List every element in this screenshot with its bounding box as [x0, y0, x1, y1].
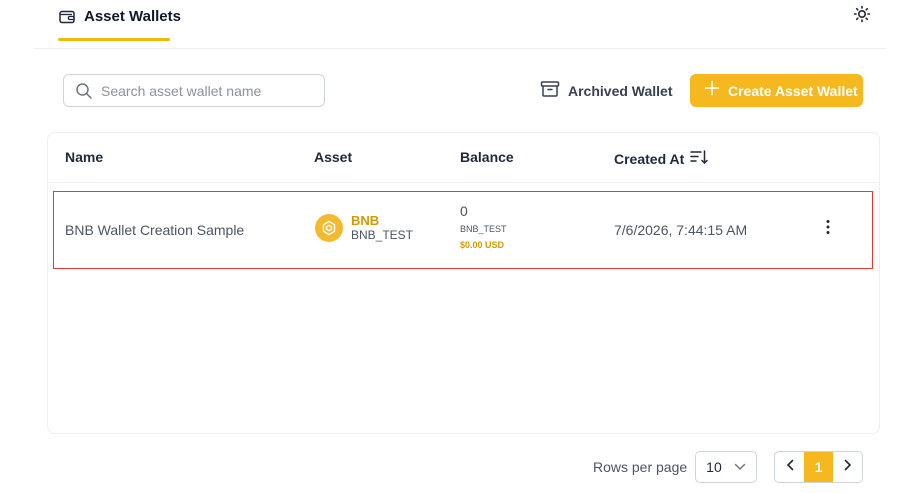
table-row[interactable]: BNB Wallet Creation Sample BNB BNB_TEST …	[53, 191, 873, 269]
more-vertical-icon	[826, 219, 830, 240]
column-header-name[interactable]: Name	[65, 149, 103, 165]
table-header: Name Asset Balance Created At	[48, 133, 879, 183]
page-controls: 1	[774, 451, 864, 483]
asset-symbol: BNB	[351, 213, 380, 228]
column-header-balance[interactable]: Balance	[460, 149, 514, 165]
archive-icon	[540, 80, 560, 103]
chevron-left-icon	[786, 458, 794, 476]
top-bar: Asset Wallets	[34, 0, 886, 49]
create-asset-wallet-label: Create Asset Wallet	[728, 82, 858, 99]
next-page-button[interactable]	[833, 452, 862, 482]
chevron-right-icon	[844, 458, 852, 476]
chevron-down-icon	[734, 458, 746, 476]
column-header-created-at-label: Created At	[614, 150, 685, 167]
created-at: 7/6/2026, 7:44:15 AM	[614, 222, 748, 238]
asset-network: BNB_TEST	[351, 228, 414, 242]
active-tab-indicator	[58, 38, 170, 41]
balance-usd: $0.00 USD	[460, 240, 505, 250]
search-box[interactable]	[63, 74, 325, 107]
sun-icon	[853, 5, 871, 28]
search-input[interactable]	[101, 82, 301, 99]
page-button-current[interactable]: 1	[804, 452, 834, 482]
balance-network: BNB_TEST	[460, 224, 507, 234]
pagination: Rows per page 10 1	[593, 451, 864, 483]
asset-text: BNB BNB_TEST	[351, 213, 413, 242]
rows-per-page-select[interactable]: 10	[695, 451, 758, 483]
archived-wallet-label: Archived Wallet	[568, 83, 673, 99]
bnb-logo-icon	[315, 213, 343, 242]
theme-toggle-button[interactable]	[852, 5, 872, 28]
balance-cell: 0 BNB_TEST $0.00 USD	[460, 202, 507, 250]
wallet-name: BNB Wallet Creation Sample	[65, 222, 245, 238]
tab-label: Asset Wallets	[84, 8, 181, 25]
create-asset-wallet-button[interactable]: Create Asset Wallet	[690, 74, 863, 107]
previous-page-button[interactable]	[775, 452, 804, 482]
wallets-table: Name Asset Balance Created At BNB Wallet…	[47, 132, 880, 434]
plus-icon	[704, 80, 720, 101]
rows-per-page-label: Rows per page	[593, 459, 688, 475]
sort-descending-icon[interactable]	[690, 149, 709, 168]
column-header-created-at[interactable]: Created At	[614, 149, 709, 168]
tab-asset-wallets[interactable]: Asset Wallets	[58, 0, 181, 41]
wallet-icon	[58, 8, 76, 26]
balance-amount: 0	[460, 203, 468, 219]
more-actions-button[interactable]	[822, 219, 834, 239]
rows-per-page-value: 10	[706, 459, 722, 475]
archived-wallet-button[interactable]: Archived Wallet	[540, 78, 673, 104]
search-icon	[75, 82, 93, 100]
column-header-asset[interactable]: Asset	[314, 149, 352, 165]
asset-cell: BNB BNB_TEST	[315, 213, 413, 242]
